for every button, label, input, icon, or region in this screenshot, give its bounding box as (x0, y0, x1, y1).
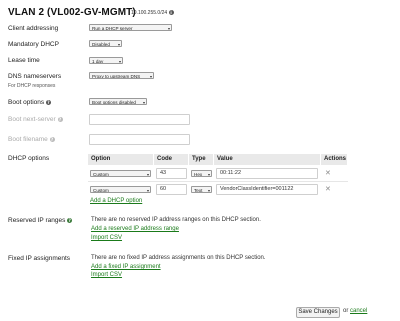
help-icon[interactable]: ? (67, 217, 73, 223)
boot-options-label-text: Boot options (8, 99, 45, 106)
option-value: Custom (93, 188, 109, 193)
boot-next-server-label-text: Boot next-server (8, 116, 56, 123)
mandatory-dhcp-value: Disabled (92, 42, 110, 47)
type-select[interactable]: Text ▾ (191, 186, 212, 193)
option-value-input[interactable]: VendorClassIdentifier=001122 (216, 184, 318, 195)
column-header-type: Type (189, 154, 214, 165)
client-addressing-select[interactable]: Run a DHCP server ▾ (89, 24, 172, 31)
chevron-down-icon: ▾ (118, 59, 121, 64)
reserved-ip-ranges-label-text: Reserved IP ranges (8, 217, 66, 224)
lease-time-value: 1 day (92, 59, 104, 64)
reserved-ip-ranges-label: Reserved IP ranges ? (8, 217, 73, 224)
column-header-option: Option (88, 154, 154, 165)
page-title: VLAN 2 (VL002-GV-MGMT) (8, 7, 136, 18)
mandatory-dhcp-label: Mandatory DHCP (8, 41, 59, 48)
lease-time-label: Lease time (8, 57, 40, 64)
chevron-down-icon: ▾ (117, 42, 120, 47)
chevron-down-icon: ▾ (146, 172, 149, 177)
chevron-down-icon: ▾ (142, 100, 145, 105)
option-value: Custom (93, 172, 109, 177)
chevron-down-icon: ▾ (146, 188, 149, 193)
boot-next-server-input[interactable] (89, 114, 190, 125)
chevron-down-icon: ▾ (149, 74, 152, 79)
reserved-ranges-empty-message: There are no reserved IP address ranges … (91, 217, 261, 223)
code-input[interactable]: 43 (156, 168, 187, 179)
fixed-assignments-empty-message: There are no fixed IP address assignment… (91, 255, 266, 261)
or-text: or (343, 308, 349, 314)
subnet-label: 10.100.255.0/24 i (131, 10, 174, 16)
client-addressing-value: Run a DHCP server (92, 26, 133, 31)
client-addressing-label: Client addressing (8, 25, 59, 32)
boot-options-select[interactable]: Boot options disabled ▾ (89, 98, 147, 105)
boot-options-label: Boot options ? (8, 99, 51, 106)
help-icon[interactable]: ? (49, 136, 55, 142)
boot-filename-label: Boot filename ? (8, 136, 55, 143)
boot-filename-input[interactable] (89, 134, 190, 145)
cancel-link[interactable]: cancel (350, 308, 367, 314)
boot-filename-label-text: Boot filename (8, 136, 48, 143)
mandatory-dhcp-select[interactable]: Disabled ▾ (89, 40, 122, 47)
import-csv-fixed-link[interactable]: Import CSV (91, 272, 122, 278)
import-csv-reserved-link[interactable]: Import CSV (91, 235, 122, 241)
dns-nameservers-sublabel: For DHCP responses (8, 83, 56, 89)
add-reserved-range-link[interactable]: Add a reserved IP address range (91, 226, 179, 232)
dns-nameservers-select[interactable]: Proxy to upstream DNS ▾ (89, 72, 154, 79)
delete-icon[interactable]: ✕ (325, 185, 331, 193)
option-select[interactable]: Custom ▾ (90, 170, 151, 177)
row-divider (88, 181, 348, 182)
dns-nameservers-label: DNS nameservers (8, 73, 62, 80)
delete-icon[interactable]: ✕ (325, 169, 331, 177)
column-header-actions: Actions (321, 154, 348, 165)
help-icon[interactable]: ? (57, 116, 63, 122)
chevron-down-icon: ▾ (207, 172, 210, 177)
type-value: Text (194, 188, 203, 193)
column-header-code: Code (154, 154, 189, 165)
option-value-input[interactable]: 00:11:22 (216, 168, 318, 179)
add-dhcp-option-link[interactable]: Add a DHCP option (90, 198, 142, 204)
option-select[interactable]: Custom ▾ (90, 186, 151, 193)
fixed-ip-assignments-label: Fixed IP assignments (8, 255, 71, 262)
vlan-dhcp-settings-page: VLAN 2 (VL002-GV-MGMT) 10.100.255.0/24 i… (0, 0, 400, 321)
boot-options-value: Boot options disabled (92, 100, 136, 105)
subnet-value: 10.100.255.0/24 (131, 10, 168, 16)
chevron-down-icon: ▾ (207, 188, 210, 193)
lease-time-select[interactable]: 1 day ▾ (89, 57, 123, 64)
help-icon[interactable]: ? (45, 99, 51, 105)
code-input[interactable]: 60 (156, 184, 187, 195)
info-icon[interactable]: i (168, 10, 174, 15)
chevron-down-icon: ▾ (167, 26, 170, 31)
column-header-value: Value (214, 154, 321, 165)
dns-nameservers-value: Proxy to upstream DNS (92, 74, 141, 79)
type-value: Hex (194, 172, 203, 177)
dhcp-options-label: DHCP options (8, 155, 50, 162)
boot-next-server-label: Boot next-server ? (8, 116, 63, 123)
save-changes-button[interactable]: Save Changes (296, 307, 340, 318)
type-select[interactable]: Hex ▾ (191, 170, 212, 177)
add-fixed-assignment-link[interactable]: Add a fixed IP assignment (91, 264, 161, 270)
